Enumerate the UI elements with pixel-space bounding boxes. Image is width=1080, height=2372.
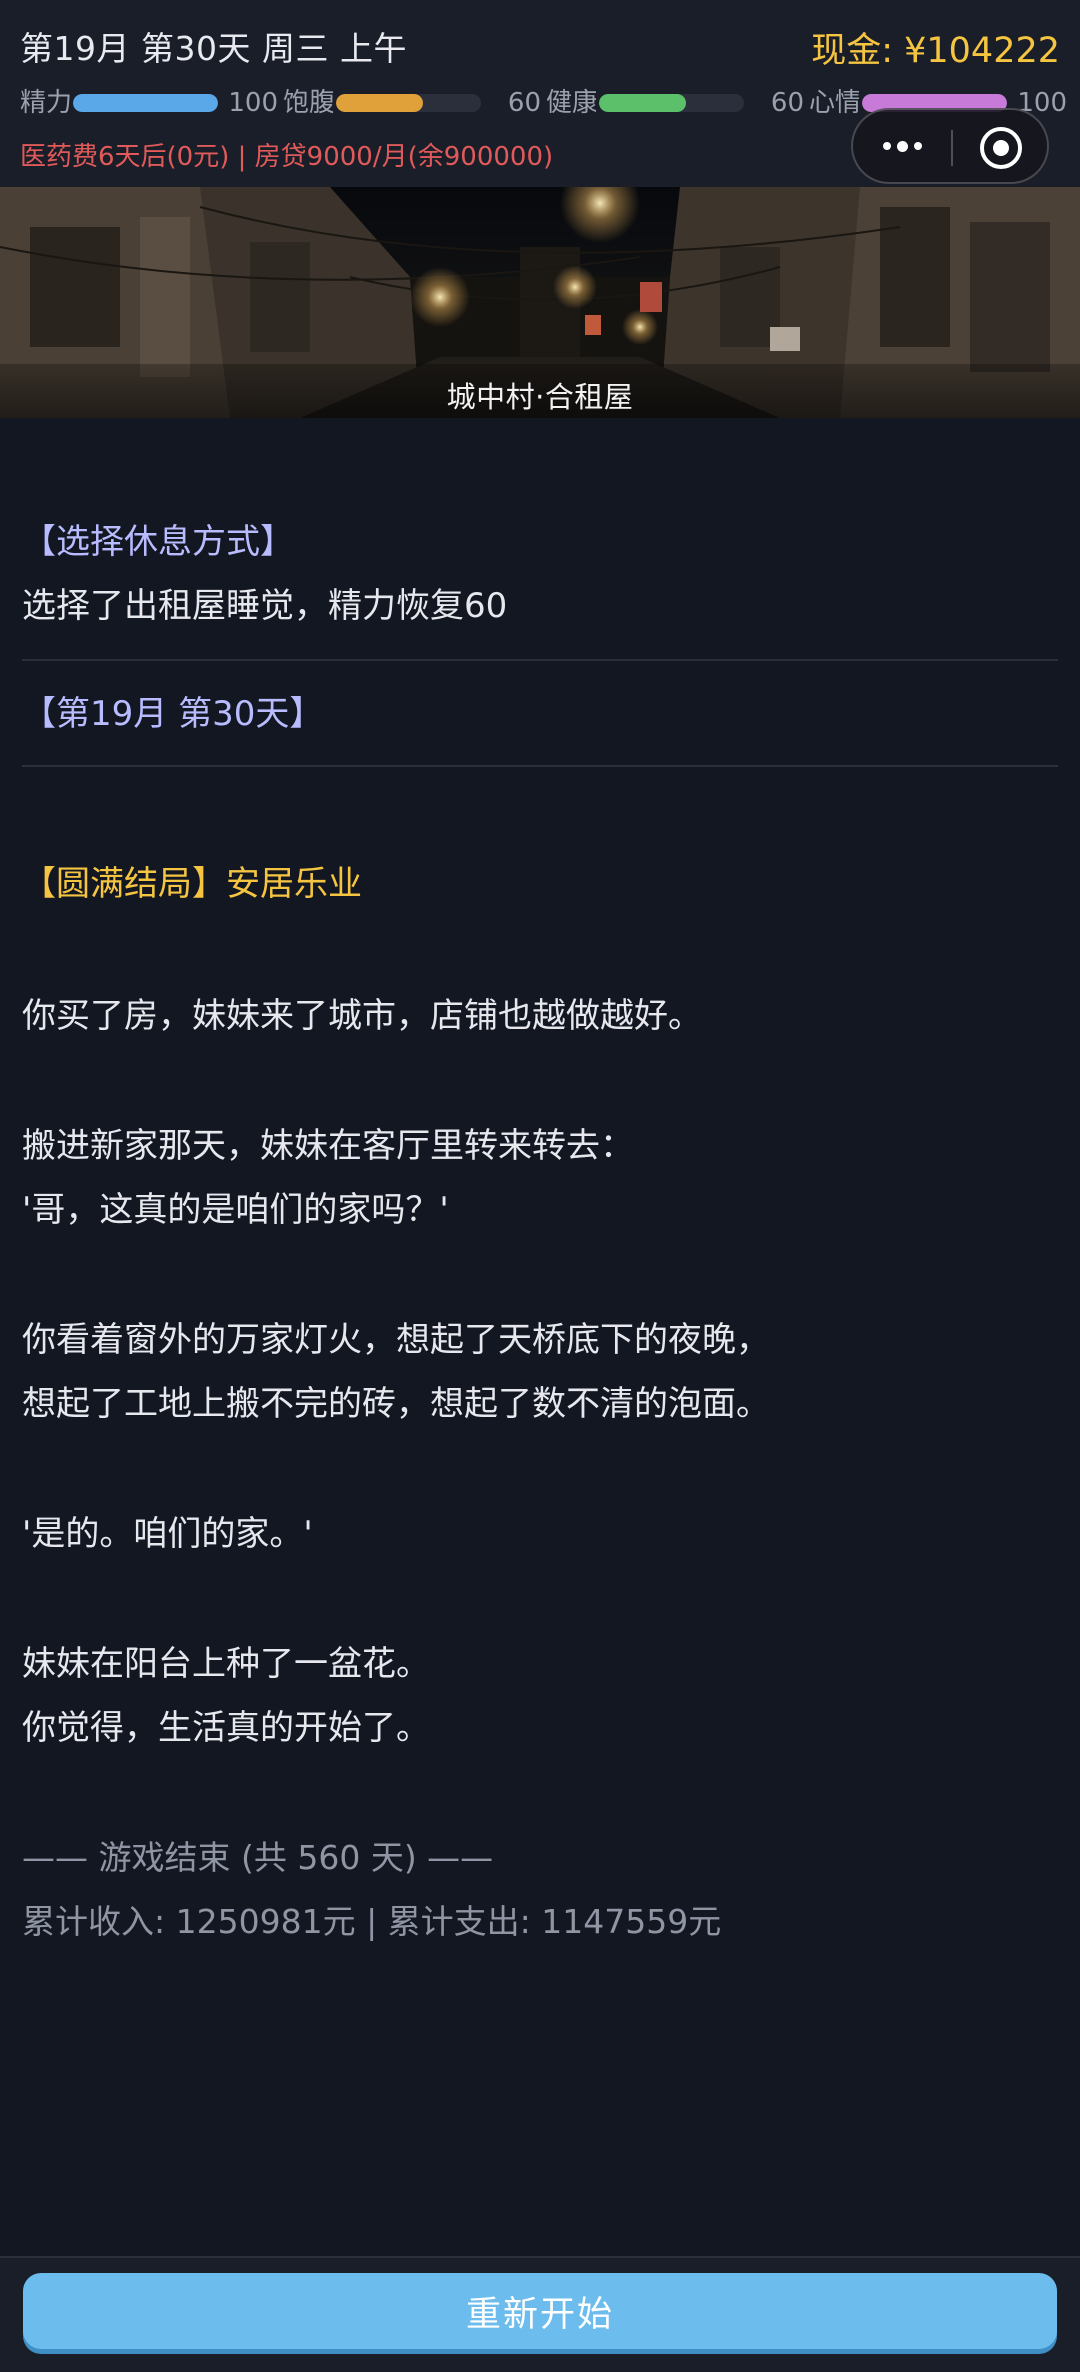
more-icon[interactable] [867, 120, 937, 172]
scene-image: 城中村·合租屋 [0, 187, 1080, 418]
ending-title: 【圆满结局】安居乐业 [22, 864, 362, 904]
game-screen: 第19月 第30天 周三 上午 现金: ¥104222 精力 100 饱腹 60… [0, 0, 1080, 2372]
close-miniprogram-icon[interactable] [980, 127, 1022, 169]
game-over-line: —— 游戏结束 (共 560 天) —— [22, 1838, 494, 1877]
stat-label: 心情 [809, 88, 859, 118]
ending-text: '是的。咱们的家。' [22, 1514, 313, 1554]
stat-bar-fill [599, 94, 686, 112]
story-log[interactable]: 【选择休息方式】 选择了出租屋睡觉，精力恢复60 【第19月 第30天】 【圆满… [0, 418, 1080, 2256]
divider [22, 659, 1058, 661]
ending-text: '哥，这真的是咱们的家吗？' [22, 1190, 449, 1230]
bottom-bar: 重新开始 [0, 2256, 1080, 2372]
capsule-divider [951, 130, 953, 166]
stat-bar [73, 94, 218, 112]
totals-line: 累计收入: 1250981元 | 累计支出: 1147559元 [22, 1902, 722, 1941]
miniprogram-capsule [851, 108, 1049, 184]
stat-value: 60 [507, 88, 541, 118]
restart-button[interactable]: 重新开始 [23, 2273, 1057, 2349]
ending-text: 妹妹在阳台上种了一盆花。 [22, 1644, 430, 1684]
ending-text: 搬进新家那天，妹妹在客厅里转来转去： [22, 1126, 634, 1166]
event-title: 【选择休息方式】 [22, 522, 294, 562]
stat-bar-fill [336, 94, 423, 112]
stat-bar [599, 94, 744, 112]
stat-bar-fill [73, 94, 218, 112]
stat-label: 健康 [546, 88, 596, 118]
bills-reminder: 医药费6天后(0元) | 房贷9000/月(余900000) [20, 142, 554, 172]
day-header: 【第19月 第30天】 [22, 694, 324, 734]
ending-text: 想起了工地上搬不完的砖，想起了数不清的泡面。 [22, 1384, 770, 1424]
stat-value: 100 [228, 88, 278, 118]
ending-text: 你觉得，生活真的开始了。 [22, 1708, 430, 1748]
game-date: 第19月 第30天 周三 上午 [20, 29, 407, 68]
ending-text: 你看着窗外的万家灯火，想起了天桥底下的夜晚， [22, 1320, 770, 1360]
stat-label: 饱腹 [283, 88, 333, 118]
stat-label: 精力 [20, 88, 70, 118]
ending-text: 你买了房，妹妹来了城市，店铺也越做越好。 [22, 996, 702, 1036]
cash-amount: 现金: ¥104222 [811, 31, 1060, 71]
event-text: 选择了出租屋睡觉，精力恢复60 [22, 586, 508, 626]
stat-value: 60 [770, 88, 804, 118]
divider [22, 765, 1058, 767]
stat-bar [336, 94, 481, 112]
status-bar: 第19月 第30天 周三 上午 现金: ¥104222 精力 100 饱腹 60… [0, 0, 1080, 187]
scene-location: 城中村·合租屋 [446, 380, 634, 414]
